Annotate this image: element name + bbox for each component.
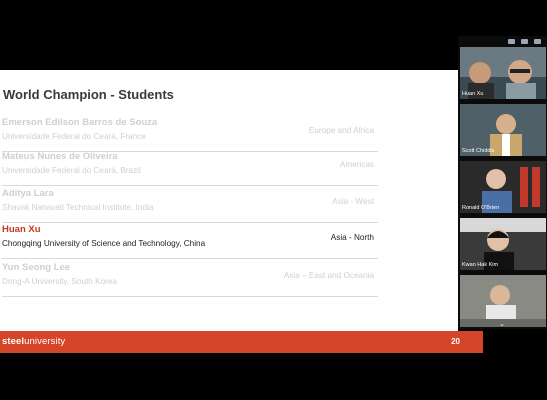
student-region: Americas bbox=[339, 160, 374, 169]
student-university: Universidade Federal do Ceará, France bbox=[2, 132, 146, 141]
participant-tile[interactable]: Huan Xu bbox=[460, 47, 546, 99]
student-region: Europe and Africa bbox=[308, 126, 374, 135]
chevron-down-icon[interactable]: ⌄ bbox=[499, 321, 505, 328]
student-university: Universidade Federal do Ceará, Brazil bbox=[2, 166, 141, 175]
presentation-slide: World Champion - Students Emerson Edilso… bbox=[0, 70, 458, 331]
student-university: Chongqing University of Science and Tech… bbox=[2, 239, 206, 248]
participant-video-panel: Huan Xu Scott Chiddis Ronald O'Brien Kwa… bbox=[458, 36, 547, 329]
student-entry-5: Yun Seong Lee Dong-A University, South K… bbox=[2, 262, 378, 297]
student-university: Dong-A University, South Korea bbox=[2, 277, 117, 286]
student-name: Aditya Lara bbox=[2, 188, 54, 199]
participant-name: Kwan Hak Kim bbox=[462, 262, 499, 268]
participant-tile[interactable] bbox=[460, 275, 546, 327]
participant-tile[interactable]: Scott Chiddis bbox=[460, 104, 546, 156]
student-name: Yun Seong Lee bbox=[2, 262, 71, 273]
view-toggle-icon[interactable] bbox=[521, 39, 528, 44]
participant-tile[interactable]: Kwan Hak Kim bbox=[460, 218, 546, 270]
student-region: Asia – East and Oceania bbox=[283, 271, 374, 280]
student-university: Shavak Nanavati Technical Institute, Ind… bbox=[2, 203, 154, 212]
student-entry-4-highlighted: Huan Xu Chongqing University of Science … bbox=[2, 224, 378, 259]
student-region: Asia - North bbox=[330, 233, 374, 242]
student-entry-1: Emerson Edilson Barros de Souza Universi… bbox=[2, 117, 378, 152]
slide-footer-bar: steeluniversity 20 bbox=[0, 331, 483, 353]
participant-name: Huan Xu bbox=[462, 91, 484, 97]
minimize-icon[interactable] bbox=[508, 39, 515, 44]
brand-logo: steeluniversity bbox=[2, 336, 66, 347]
student-name: Emerson Edilson Barros de Souza bbox=[2, 117, 158, 128]
slide-title: World Champion - Students bbox=[3, 87, 174, 102]
slide-page-number: 20 bbox=[451, 337, 460, 346]
participant-name: Ronald O'Brien bbox=[462, 205, 500, 211]
student-name: Huan Xu bbox=[2, 224, 41, 235]
student-region: Asia - West bbox=[332, 197, 374, 206]
video-panel-toolbar bbox=[458, 36, 547, 47]
grid-view-icon[interactable] bbox=[534, 39, 541, 44]
participant-name: Scott Chiddis bbox=[462, 148, 495, 154]
student-entry-3: Aditya Lara Shavak Nanavati Technical In… bbox=[2, 188, 378, 223]
participant-tile[interactable]: Ronald O'Brien bbox=[460, 161, 546, 213]
student-name: Mateus Nunes de Oliveira bbox=[2, 151, 118, 162]
student-entry-2: Mateus Nunes de Oliveira Universidade Fe… bbox=[2, 151, 378, 186]
participant-video-thumbnail bbox=[460, 275, 546, 319]
